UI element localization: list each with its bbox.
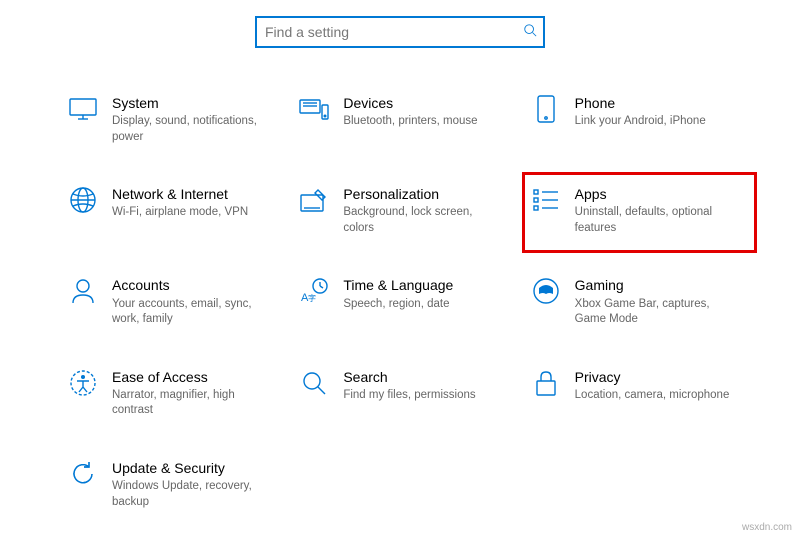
tile-desc: Speech, region, date bbox=[343, 297, 503, 313]
tile-update-security[interactable]: Update & Security Windows Update, recove… bbox=[66, 453, 287, 516]
tile-search[interactable]: Search Find my files, permissions bbox=[297, 362, 518, 425]
tile-gaming[interactable]: Gaming Xbox Game Bar, captures, Game Mod… bbox=[529, 270, 750, 333]
tile-desc: Bluetooth, printers, mouse bbox=[343, 114, 503, 130]
tile-desc: Display, sound, notifications, power bbox=[112, 114, 272, 145]
settings-grid: System Display, sound, notifications, po… bbox=[0, 68, 800, 516]
update-icon bbox=[68, 459, 98, 489]
tile-privacy[interactable]: Privacy Location, camera, microphone bbox=[529, 362, 750, 425]
tile-desc: Uninstall, defaults, optional features bbox=[575, 205, 735, 236]
tile-desc: Background, lock screen, colors bbox=[343, 205, 503, 236]
apps-icon bbox=[531, 185, 561, 215]
tile-title: Apps bbox=[575, 185, 748, 203]
tile-title: System bbox=[112, 94, 285, 112]
search-box[interactable] bbox=[255, 16, 545, 48]
tile-title: Phone bbox=[575, 94, 748, 112]
globe-icon bbox=[68, 185, 98, 215]
tile-desc: Location, camera, microphone bbox=[575, 388, 735, 404]
system-icon bbox=[68, 94, 98, 124]
tile-title: Privacy bbox=[575, 368, 748, 386]
lock-icon bbox=[531, 368, 561, 398]
person-icon bbox=[68, 276, 98, 306]
paint-icon bbox=[299, 185, 329, 215]
tile-title: Search bbox=[343, 368, 516, 386]
phone-icon bbox=[531, 94, 561, 124]
tile-title: Update & Security bbox=[112, 459, 285, 477]
tile-title: Time & Language bbox=[343, 276, 516, 294]
tile-phone[interactable]: Phone Link your Android, iPhone bbox=[529, 88, 750, 151]
tile-title: Gaming bbox=[575, 276, 748, 294]
svg-text:字: 字 bbox=[308, 293, 316, 303]
watermark: wsxdn.com bbox=[742, 522, 792, 533]
tile-system[interactable]: System Display, sound, notifications, po… bbox=[66, 88, 287, 151]
time-language-icon: A字 bbox=[299, 276, 329, 306]
tile-apps[interactable]: Apps Uninstall, defaults, optional featu… bbox=[522, 172, 757, 253]
search-container bbox=[0, 0, 800, 68]
tile-desc: Narrator, magnifier, high contrast bbox=[112, 388, 272, 419]
gaming-icon bbox=[531, 276, 561, 306]
devices-icon bbox=[299, 94, 329, 124]
tile-desc: Wi-Fi, airplane mode, VPN bbox=[112, 205, 272, 221]
ease-of-access-icon bbox=[68, 368, 98, 398]
tile-title: Accounts bbox=[112, 276, 285, 294]
tile-desc: Windows Update, recovery, backup bbox=[112, 479, 272, 510]
tile-title: Network & Internet bbox=[112, 185, 285, 203]
tile-network[interactable]: Network & Internet Wi-Fi, airplane mode,… bbox=[66, 179, 287, 242]
tile-desc: Your accounts, email, sync, work, family bbox=[112, 297, 272, 328]
search-input[interactable] bbox=[265, 24, 523, 40]
tile-ease-of-access[interactable]: Ease of Access Narrator, magnifier, high… bbox=[66, 362, 287, 425]
tile-desc: Xbox Game Bar, captures, Game Mode bbox=[575, 297, 735, 328]
magnifier-icon bbox=[299, 368, 329, 398]
tile-desc: Find my files, permissions bbox=[343, 388, 503, 404]
tile-personalization[interactable]: Personalization Background, lock screen,… bbox=[297, 179, 518, 242]
search-icon bbox=[523, 23, 537, 42]
tile-title: Ease of Access bbox=[112, 368, 285, 386]
tile-title: Personalization bbox=[343, 185, 516, 203]
tile-devices[interactable]: Devices Bluetooth, printers, mouse bbox=[297, 88, 518, 151]
tile-desc: Link your Android, iPhone bbox=[575, 114, 735, 130]
tile-title: Devices bbox=[343, 94, 516, 112]
tile-time-language[interactable]: A字 Time & Language Speech, region, date bbox=[297, 270, 518, 333]
tile-accounts[interactable]: Accounts Your accounts, email, sync, wor… bbox=[66, 270, 287, 333]
